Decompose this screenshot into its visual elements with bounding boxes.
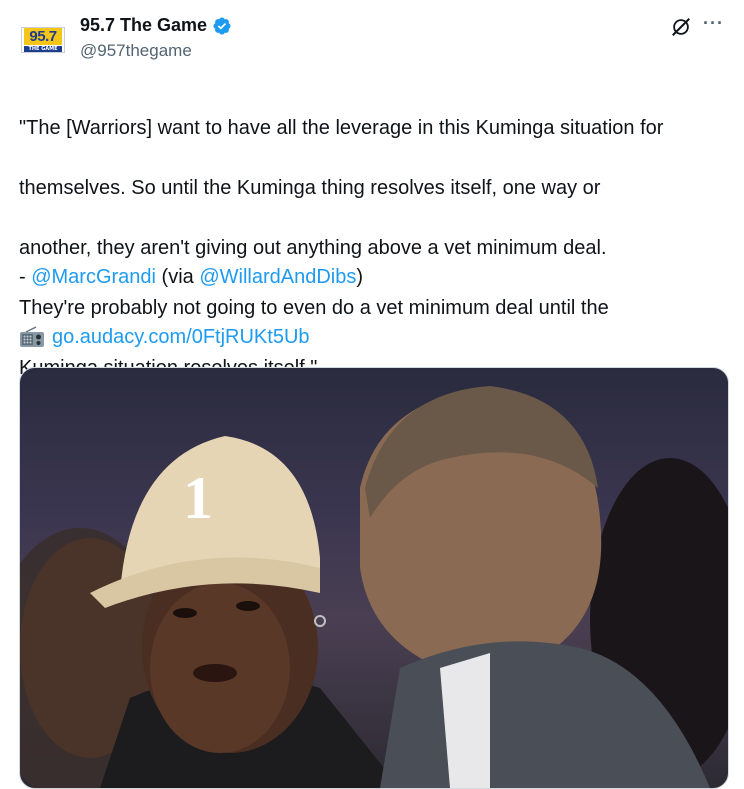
- verified-badge-icon: [213, 16, 231, 35]
- avatar-number: 95.7: [24, 28, 62, 45]
- audacy-link[interactable]: go.audacy.com/0FtjRUKt5Ub: [52, 322, 310, 352]
- handle[interactable]: @957thegame: [80, 41, 192, 61]
- quote-line: They're probably not going to even do a …: [19, 297, 609, 319]
- tweet-quote: "The [Warriors] want to have all the lev…: [19, 83, 729, 413]
- grok-icon[interactable]: [670, 16, 692, 38]
- attribution-suffix: ): [356, 266, 364, 288]
- avatar-subtext: THE GAME: [24, 46, 62, 52]
- radio-icon: [20, 326, 44, 347]
- display-name[interactable]: 95.7 The Game: [80, 15, 207, 36]
- link-row: go.audacy.com/0FtjRUKt5Ub: [19, 322, 310, 352]
- avatar[interactable]: 95.7 THE GAME: [21, 27, 65, 53]
- attribution: - @MarcGrandi (via @WillardAndDibs): [19, 262, 363, 292]
- quote-line: themselves. So until the Kuminga thing r…: [19, 177, 601, 199]
- quote-line: another, they aren't giving out anything…: [19, 237, 607, 259]
- attribution-prefix: -: [19, 266, 32, 288]
- tweet-photo[interactable]: 1: [19, 367, 729, 789]
- quote-line: "The [Warriors] want to have all the lev…: [19, 117, 664, 139]
- photo-illustration: 1: [20, 386, 728, 788]
- mention-willardanddibs[interactable]: @WillardAndDibs: [199, 266, 356, 288]
- mention-marcgrandi[interactable]: @MarcGrandi: [31, 266, 156, 288]
- more-options-icon[interactable]: ···: [703, 13, 724, 34]
- cap-number: 1: [183, 465, 213, 531]
- author-name-row: 95.7 The Game: [80, 15, 232, 36]
- attribution-via: (via: [156, 266, 200, 288]
